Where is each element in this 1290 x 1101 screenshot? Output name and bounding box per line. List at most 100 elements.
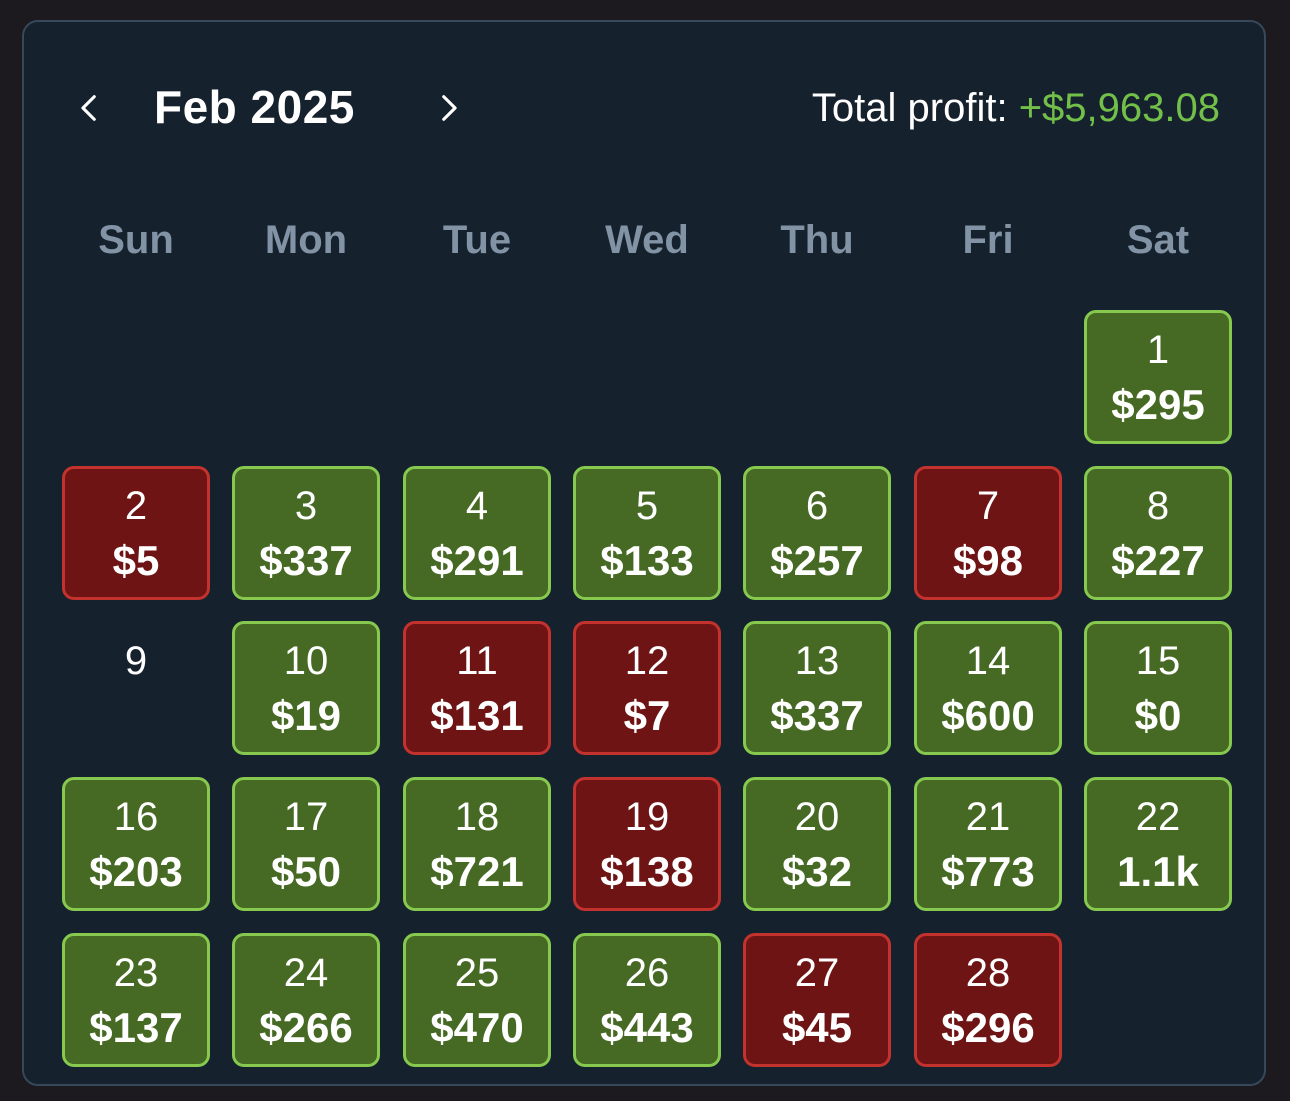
day-cell-15[interactable]: 15 $0: [1084, 621, 1232, 755]
day-number: 20: [794, 795, 840, 839]
day-number: 25: [454, 951, 500, 995]
total-profit-value: +$5,963.08: [1018, 86, 1220, 130]
day-profit-amount: $45: [781, 1004, 853, 1051]
month-title: Feb 2025: [154, 81, 355, 133]
day-number: 19: [624, 795, 670, 839]
day-profit-amount: $227: [1111, 537, 1205, 584]
day-cell-7[interactable]: 7 $98: [914, 466, 1062, 600]
day-cell-22[interactable]: 22 1.1k: [1084, 777, 1232, 911]
day-number: 6: [805, 484, 829, 528]
day-number: 12: [624, 639, 670, 683]
day-number: 27: [794, 951, 840, 995]
day-number: 8: [1146, 484, 1170, 528]
day-profit-amount: $470: [430, 1004, 524, 1051]
day-profit-amount: $0: [1134, 692, 1182, 739]
day-number: 2: [124, 484, 148, 528]
day-number: 9: [124, 639, 148, 683]
day-number: 13: [794, 639, 840, 683]
day-cell-28[interactable]: 28 $296: [914, 933, 1062, 1067]
calendar-header: Feb 2025 Total profit: +$5,963.08: [24, 22, 1264, 198]
day-cell-18[interactable]: 18 $721: [403, 777, 551, 911]
day-cell-19[interactable]: 19 $138: [573, 777, 721, 911]
day-profit-amount: $133: [600, 537, 694, 584]
day-cell-26[interactable]: 26 $443: [573, 933, 721, 1067]
day-cell-2[interactable]: 2 $5: [62, 466, 210, 600]
day-profit-amount: $98: [952, 537, 1024, 584]
day-number: 15: [1135, 639, 1181, 683]
profit-calendar: Feb 2025 Total profit: +$5,963.08 Sun Mon…: [22, 20, 1266, 1086]
day-profit-amount: $337: [259, 537, 353, 584]
day-cell-6[interactable]: 6 $257: [743, 466, 891, 600]
day-number: 14: [965, 639, 1011, 683]
day-profit-amount: $137: [89, 1004, 183, 1051]
day-number: 10: [283, 639, 329, 683]
total-profit-label: Total profit:: [811, 86, 1008, 130]
day-number: 5: [635, 484, 659, 528]
day-cell-11[interactable]: 11 $131: [403, 621, 551, 755]
day-profit-amount: $257: [770, 537, 864, 584]
weekday-wed: Wed: [605, 218, 689, 262]
day-profit-amount: $291: [430, 537, 524, 584]
day-number: 24: [283, 951, 329, 995]
weekday-sat: Sat: [1126, 218, 1190, 262]
day-cell-23[interactable]: 23 $137: [62, 933, 210, 1067]
weekday-tue: Tue: [442, 218, 512, 262]
day-number: 23: [113, 951, 159, 995]
weekday-sun: Sun: [98, 218, 174, 262]
day-cell-20[interactable]: 20 $32: [743, 777, 891, 911]
day-profit-amount: $19: [270, 692, 342, 739]
day-number: 4: [465, 484, 489, 528]
day-profit-amount: $295: [1111, 381, 1205, 428]
weekday-header-row: Sun Mon Tue Wed Thu Fri Sat: [62, 218, 1232, 268]
day-profit-amount: $5: [112, 537, 160, 584]
day-profit-amount: $773: [941, 848, 1035, 895]
day-cell-8[interactable]: 8 $227: [1084, 466, 1232, 600]
day-cell-24[interactable]: 24 $266: [232, 933, 380, 1067]
day-number: 7: [976, 484, 1000, 528]
weekday-fri: Fri: [962, 218, 1014, 262]
day-profit-amount: $203: [89, 848, 183, 895]
day-cell-12[interactable]: 12 $7: [573, 621, 721, 755]
day-profit-amount: $32: [781, 848, 853, 895]
next-month-button[interactable]: [424, 84, 472, 132]
day-profit-amount: $266: [259, 1004, 353, 1051]
day-cell-9[interactable]: 9: [62, 621, 210, 755]
day-number: 28: [965, 951, 1011, 995]
day-number: 22: [1135, 795, 1181, 839]
day-cell-17[interactable]: 17 $50: [232, 777, 380, 911]
day-profit-amount: 1.1k: [1117, 848, 1199, 895]
day-profit-amount: $138: [600, 848, 694, 895]
chevron-left-icon: [81, 95, 96, 121]
day-cell-10[interactable]: 10 $19: [232, 621, 380, 755]
day-number: 26: [624, 951, 670, 995]
day-number: 17: [283, 795, 329, 839]
day-cell-3[interactable]: 3 $337: [232, 466, 380, 600]
day-cell-4[interactable]: 4 $291: [403, 466, 551, 600]
day-profit-amount: $7: [623, 692, 671, 739]
day-profit-amount: $337: [770, 692, 864, 739]
day-profit-amount: $721: [430, 848, 524, 895]
day-profit-amount: $50: [270, 848, 342, 895]
day-profit-amount: $600: [941, 692, 1035, 739]
day-profit-amount: $296: [941, 1004, 1035, 1051]
day-cell-27[interactable]: 27 $45: [743, 933, 891, 1067]
day-profit-amount: $443: [600, 1004, 694, 1051]
day-cell-14[interactable]: 14 $600: [914, 621, 1062, 755]
calendar-grid: 1 $295 2 $5 3 $337 4 $291 5 $133 6 $257 7 $98 8 $227 9 10…: [62, 310, 1232, 1067]
day-cell-13[interactable]: 13 $337: [743, 621, 891, 755]
day-cell-25[interactable]: 25 $470: [403, 933, 551, 1067]
day-cell-16[interactable]: 16 $203: [62, 777, 210, 911]
day-cell-1[interactable]: 1 $295: [1084, 310, 1232, 444]
day-number: 11: [456, 639, 498, 683]
prev-month-button[interactable]: [66, 84, 114, 132]
day-profit-amount: $131: [430, 692, 524, 739]
day-cell-5[interactable]: 5 $133: [573, 466, 721, 600]
day-cell-21[interactable]: 21 $773: [914, 777, 1062, 911]
day-number: 1: [1146, 328, 1170, 372]
total-profit: Total profit: +$5,963.08: [812, 86, 1220, 131]
weekday-thu: Thu: [780, 218, 854, 262]
day-number: 21: [965, 795, 1011, 839]
day-number: 3: [294, 484, 318, 528]
day-number: 16: [113, 795, 159, 839]
chevron-right-icon: [442, 95, 457, 121]
